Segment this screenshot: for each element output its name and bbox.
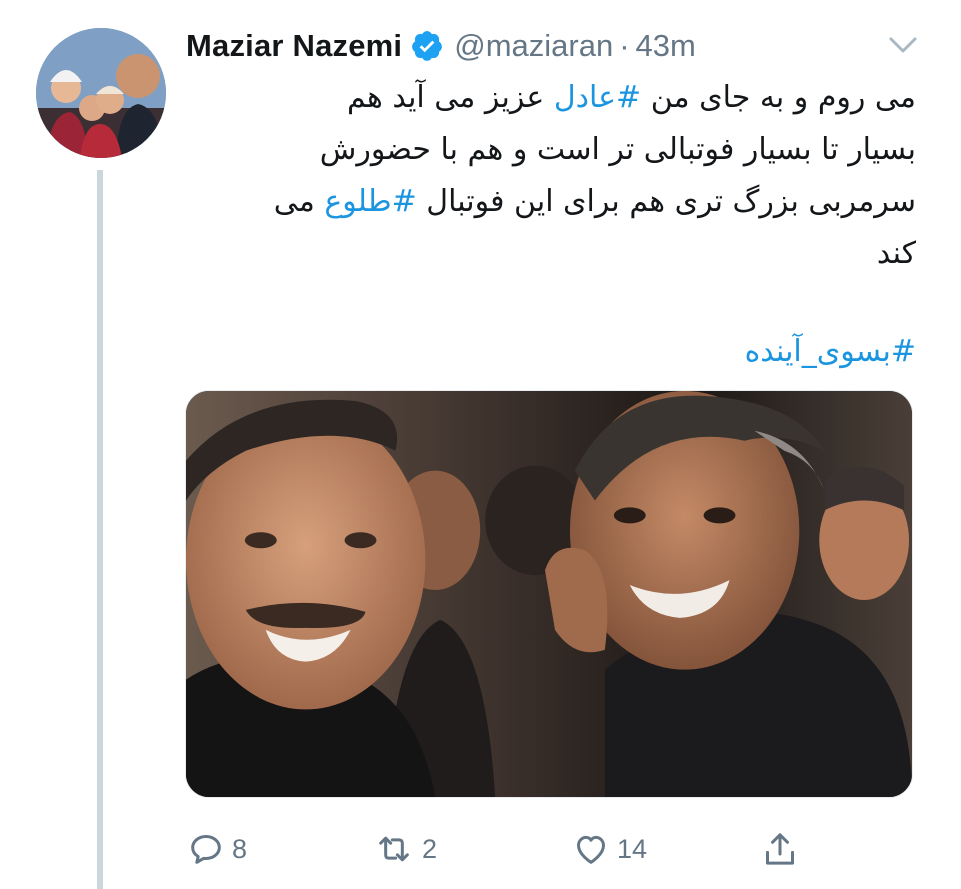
hashtag-link[interactable]: #طلوع <box>324 184 416 219</box>
avatar[interactable] <box>36 28 166 158</box>
hashtag-link[interactable]: #عادل <box>554 80 641 115</box>
timestamp[interactable]: 43m <box>636 28 696 64</box>
like-button[interactable]: 14 <box>571 826 647 872</box>
tweet-text-line: بسیار تا بسیار فوتبالی تر است و هم با حض… <box>319 132 916 167</box>
verified-badge-icon <box>410 29 444 63</box>
tweet-header: Maziar Nazemi @maziaran · 43m <box>186 24 696 68</box>
reply-icon <box>191 835 221 864</box>
avatar-photo <box>36 28 166 158</box>
tweet-text: می روم و به جای من #عادل عزیز می آید هم … <box>186 72 916 378</box>
reply-button[interactable]: 8 <box>186 826 247 872</box>
separator-dot: · <box>619 28 630 63</box>
chevron-down-icon[interactable] <box>884 30 922 60</box>
share-button[interactable] <box>760 826 800 872</box>
share-icon <box>766 833 794 865</box>
hashtag-link[interactable]: #بسوی_آینده <box>186 326 916 378</box>
retweet-icon <box>379 836 409 862</box>
retweet-button[interactable]: 2 <box>372 826 437 872</box>
tweet-text-line: می روم و به جای من #عادل عزیز می آید هم <box>347 80 916 115</box>
like-count: 14 <box>617 833 648 864</box>
thread-line <box>97 170 103 889</box>
tweet-text-line: کند <box>876 236 916 271</box>
retweet-count: 2 <box>422 833 438 864</box>
tweet-text-line: سرمربی بزرگ تری هم برای این فوتبال #طلوع… <box>273 184 916 219</box>
tweet-actions: 8 2 14 <box>186 826 916 872</box>
user-handle[interactable]: @maziaran <box>454 28 613 64</box>
selfie-photo <box>186 391 912 797</box>
heart-icon <box>577 835 605 864</box>
reply-count: 8 <box>232 833 248 864</box>
tweet-photo[interactable] <box>185 390 913 798</box>
display-name[interactable]: Maziar Nazemi <box>186 28 402 64</box>
